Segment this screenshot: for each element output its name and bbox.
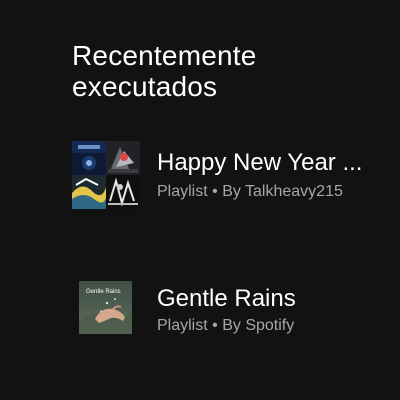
playlist-type: Playlist — [157, 317, 208, 334]
playlist-cover: Gentle Rains — [79, 281, 132, 334]
by-label: By — [222, 183, 241, 200]
playlist-type: Playlist — [157, 183, 208, 200]
separator-dot: • — [212, 183, 218, 200]
cover-title-text: Gentle Rains — [86, 289, 121, 295]
playlist-mosaic-cover — [72, 141, 140, 209]
playlist-title: Happy New Year ... — [157, 149, 363, 176]
playlist-subtitle: Playlist • By Spotify — [157, 316, 387, 336]
list-item-gentle-rains[interactable]: Gentle Rains Gentle Rains Playlist • By … — [72, 274, 392, 342]
separator-dot: • — [212, 317, 218, 334]
section-title-line1: Recentemente — [72, 40, 257, 71]
playlist-title: Gentle Rains — [157, 285, 296, 312]
section-title: Recentemente executados — [72, 40, 372, 102]
list-item-happy-new-year[interactable]: Happy New Year ... Playlist • By Talkhea… — [72, 141, 392, 209]
section-title-line2: executados — [72, 71, 218, 102]
playlist-owner: Talkheavy215 — [245, 183, 343, 200]
playlist-owner: Spotify — [245, 317, 295, 334]
by-label: By — [222, 317, 241, 334]
playlist-subtitle: Playlist • By Talkheavy215 — [157, 182, 387, 202]
